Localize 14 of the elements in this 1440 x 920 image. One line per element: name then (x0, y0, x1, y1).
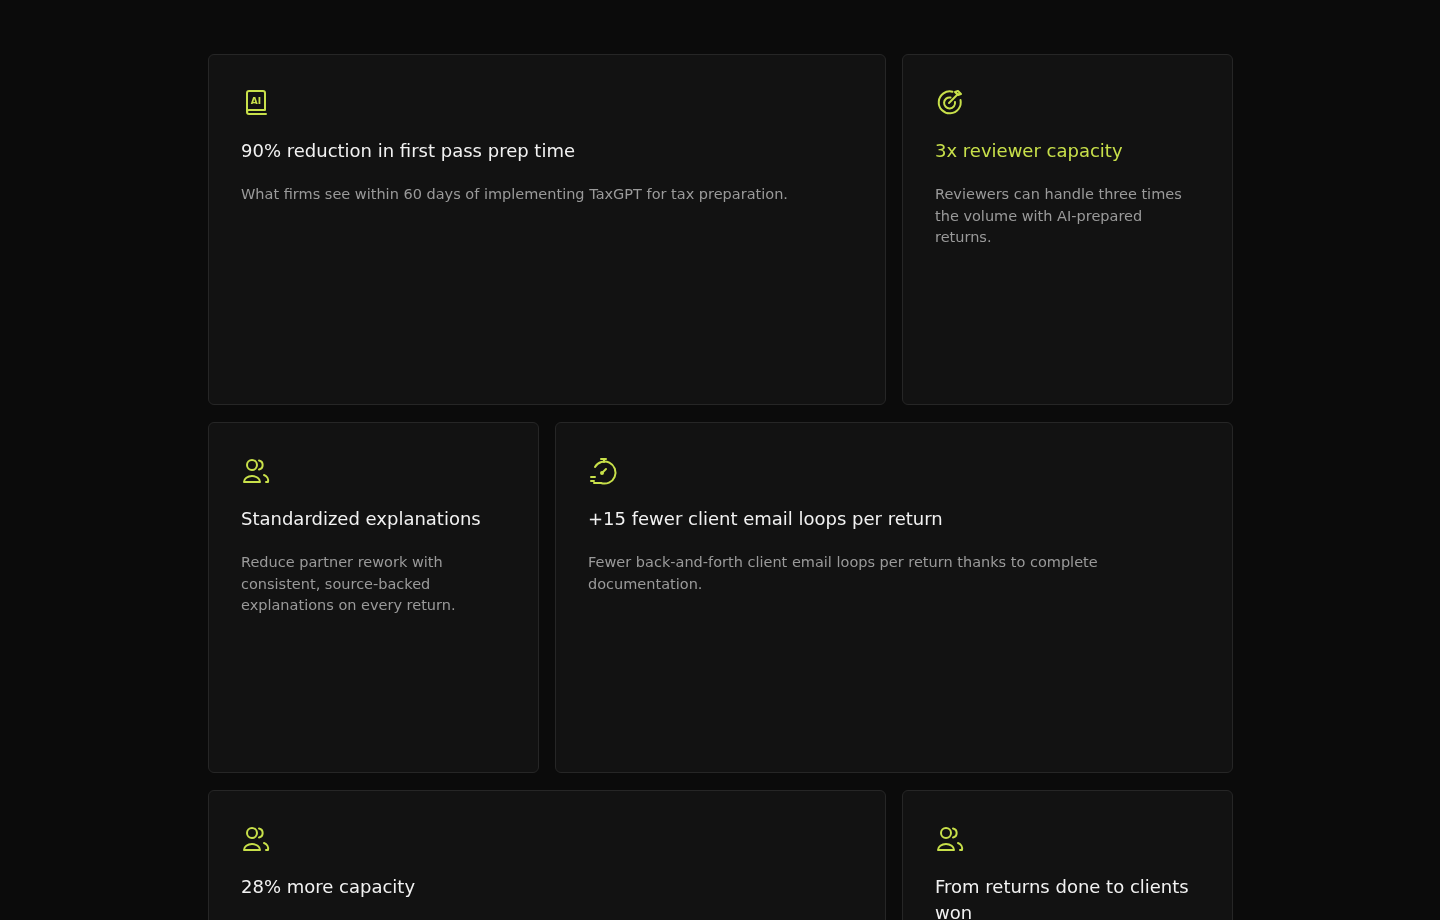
card-title: Standardized explanations (241, 507, 481, 531)
card-description: Fewer back-and-forth client email loops per return thanks to complete documentation. (588, 553, 1099, 594)
stopwatch-icon (588, 456, 618, 486)
users-icon (241, 824, 271, 854)
card-description: Reduce partner rework with consistent, source-backed explanations on every return. (241, 553, 457, 615)
card-description: What firms see within 60 days of implementing TaxGPT for tax preparation. (241, 185, 788, 204)
users-icon (241, 456, 271, 486)
card-description: Reviewers can handle three times the volume with AI-prepared returns. (935, 185, 1183, 247)
card-title: From returns done to clients won (935, 875, 1190, 920)
card-title: 28% more capacity (241, 875, 416, 899)
users-icon (935, 824, 965, 854)
card-title: 3x reviewer capacity (935, 139, 1123, 163)
card-title: 90% reduction in first pass prep time (241, 139, 576, 163)
card-title: +15 fewer client email loops per return (588, 507, 943, 531)
